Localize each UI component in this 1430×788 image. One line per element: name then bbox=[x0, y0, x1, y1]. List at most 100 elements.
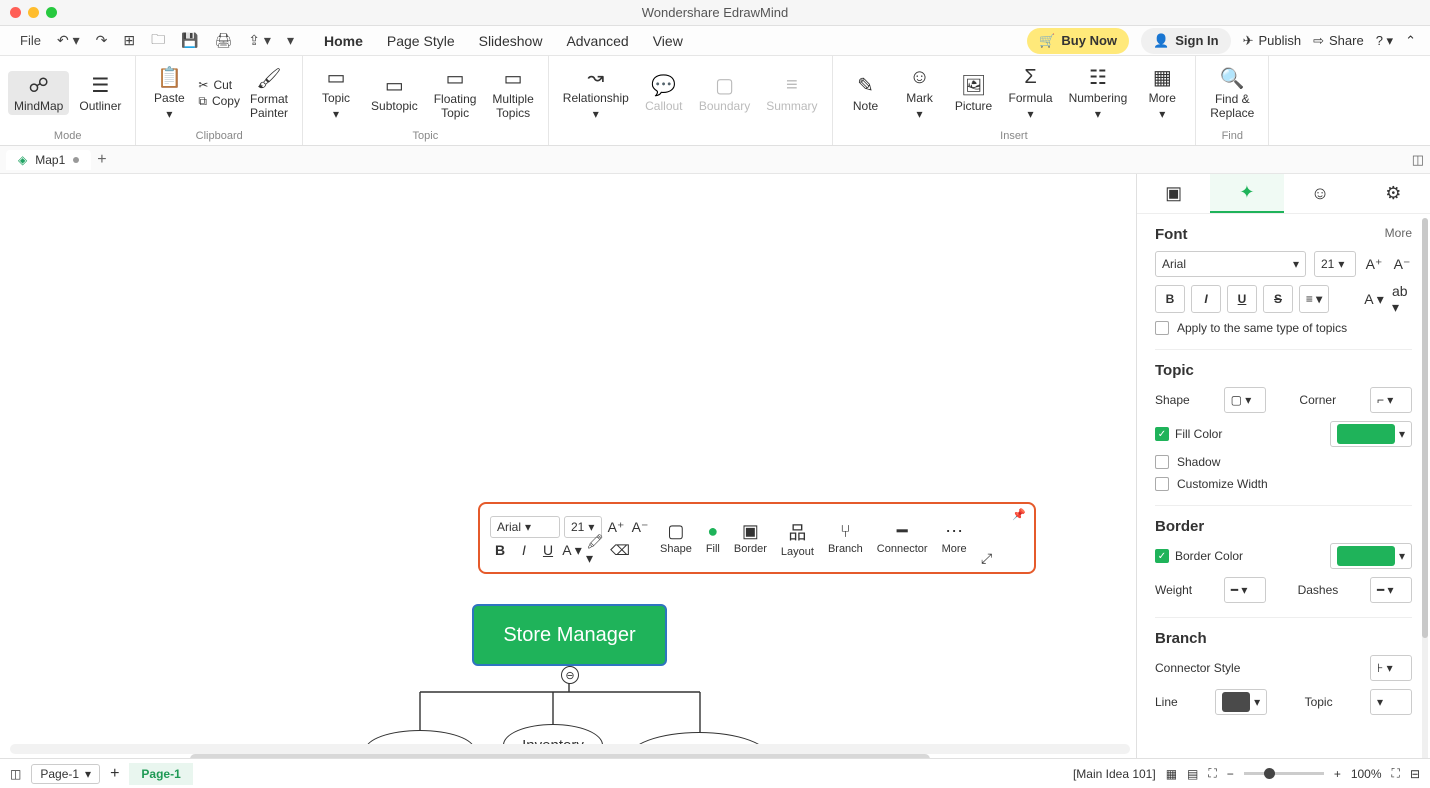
page-tab-active[interactable]: Page-1 bbox=[129, 763, 192, 785]
line-color-select[interactable]: ▾ bbox=[1215, 689, 1267, 715]
add-tab-button[interactable]: + bbox=[97, 151, 106, 169]
help-button[interactable]: ? ▾ bbox=[1376, 33, 1393, 49]
pin-icon[interactable]: 📌 bbox=[1012, 508, 1026, 521]
mini-branch[interactable]: ⑂Branch bbox=[824, 521, 867, 555]
underline-button[interactable]: U bbox=[1227, 285, 1257, 313]
fill-color-checkbox[interactable]: ✓ bbox=[1155, 427, 1169, 441]
mini-connector[interactable]: ━Connector bbox=[873, 521, 932, 555]
text-case-button[interactable]: ab ▾ bbox=[1392, 289, 1412, 309]
rtab-settings[interactable]: ⚙ bbox=[1357, 174, 1430, 213]
menu-file[interactable]: File bbox=[14, 29, 47, 52]
border-color-checkbox[interactable]: ✓ bbox=[1155, 549, 1169, 563]
format-painter-button[interactable]: 🖌Format Painter bbox=[244, 64, 294, 122]
formula-button[interactable]: ΣFormula▾ bbox=[1003, 63, 1059, 123]
grow-font-icon-r[interactable]: A⁺ bbox=[1364, 254, 1384, 274]
customize-width-checkbox[interactable] bbox=[1155, 477, 1169, 491]
window-zoom[interactable] bbox=[46, 7, 57, 18]
qat-customize-icon[interactable]: ▾ bbox=[281, 28, 300, 53]
publish-button[interactable]: ✈ Publish bbox=[1243, 33, 1302, 49]
print-icon[interactable]: 🖨 bbox=[209, 28, 239, 53]
strike-button[interactable]: S bbox=[1263, 285, 1293, 313]
weight-select[interactable]: ━ ▾ bbox=[1224, 577, 1266, 603]
expand-icon[interactable]: ⤢ bbox=[977, 548, 997, 568]
mode-mindmap[interactable]: ☍MindMap bbox=[8, 71, 69, 115]
shape-select[interactable]: ▢ ▾ bbox=[1224, 387, 1266, 413]
zoom-level[interactable]: 100% bbox=[1351, 767, 1382, 781]
tab-page-style[interactable]: Page Style bbox=[385, 29, 457, 53]
italic-button[interactable]: I bbox=[1191, 285, 1221, 313]
canvas[interactable]: 📌 Arial▾ 21▾ A⁺ A⁻ B I U A ▾ 🖍 ▾ ⌫ ▢Shap… bbox=[0, 174, 1136, 768]
view-mode-1-icon[interactable]: ▦ bbox=[1166, 767, 1177, 781]
mode-outliner[interactable]: ☰Outliner bbox=[73, 71, 127, 115]
tab-view[interactable]: View bbox=[651, 29, 685, 53]
bold-icon[interactable]: B bbox=[490, 540, 510, 560]
find-replace-button[interactable]: 🔍Find & Replace bbox=[1204, 64, 1260, 122]
doc-tab[interactable]: ◈ Map1 bbox=[6, 150, 91, 170]
rtab-icon[interactable]: ☺ bbox=[1284, 174, 1357, 213]
export-icon[interactable]: ⇪ ▾ bbox=[242, 28, 277, 53]
panel-toggle-icon[interactable]: ◫ bbox=[1412, 152, 1424, 168]
italic-icon[interactable]: I bbox=[514, 540, 534, 560]
align-button[interactable]: ≡ ▾ bbox=[1299, 285, 1329, 313]
apply-same-checkbox[interactable] bbox=[1155, 321, 1169, 335]
zoom-slider[interactable] bbox=[1244, 772, 1324, 775]
rtab-style[interactable]: ✦ bbox=[1210, 174, 1283, 213]
shrink-font-icon[interactable]: A⁻ bbox=[630, 517, 650, 537]
collapse-status-icon[interactable]: ⊟ bbox=[1410, 767, 1420, 781]
collapse-toggle[interactable]: ⊖ bbox=[561, 666, 579, 684]
zoom-in-button[interactable]: + bbox=[1334, 767, 1341, 781]
save-icon[interactable]: 💾 bbox=[175, 28, 204, 53]
numbering-button[interactable]: ☷Numbering▾ bbox=[1063, 63, 1134, 123]
topic-button[interactable]: ▭Topic▾ bbox=[311, 63, 361, 123]
branch-topic-select[interactable]: ▾ bbox=[1370, 689, 1412, 715]
dashes-select[interactable]: ━ ▾ bbox=[1370, 577, 1412, 603]
bold-button[interactable]: B bbox=[1155, 285, 1185, 313]
fullscreen-icon[interactable]: ⛶ bbox=[1392, 766, 1400, 781]
fit-page-icon[interactable]: ⛶ bbox=[1208, 766, 1216, 781]
canvas-hscroll[interactable] bbox=[10, 744, 1130, 754]
page-select[interactable]: Page-1▾ bbox=[31, 764, 100, 784]
mark-button[interactable]: ☺Mark▾ bbox=[895, 63, 945, 123]
cut-button[interactable]: ✂Cut bbox=[198, 78, 240, 92]
zoom-out-button[interactable]: − bbox=[1227, 767, 1234, 781]
font-color-button[interactable]: A ▾ bbox=[1364, 289, 1384, 309]
corner-select[interactable]: ⌐ ▾ bbox=[1370, 387, 1412, 413]
shadow-checkbox[interactable] bbox=[1155, 455, 1169, 469]
note-button[interactable]: ✎Note bbox=[841, 71, 891, 115]
new-doc-icon[interactable]: ⊞ bbox=[117, 28, 141, 53]
tab-advanced[interactable]: Advanced bbox=[564, 29, 630, 53]
multiple-topics-button[interactable]: ▭Multiple Topics bbox=[486, 64, 539, 122]
font-family-select[interactable]: Arial▾ bbox=[1155, 251, 1306, 277]
panel-scrollbar[interactable] bbox=[1422, 218, 1428, 764]
grow-font-icon[interactable]: A⁺ bbox=[606, 517, 626, 537]
sidebar-toggle-icon[interactable]: ◫ bbox=[10, 767, 21, 781]
mini-more[interactable]: ⋯More bbox=[938, 521, 971, 555]
buy-now-button[interactable]: 🛒 Buy Now bbox=[1027, 28, 1129, 54]
mini-border[interactable]: ▣Border bbox=[730, 521, 771, 555]
copy-button[interactable]: ⧉Copy bbox=[198, 94, 240, 109]
shrink-font-icon-r[interactable]: A⁻ bbox=[1392, 254, 1412, 274]
mini-font-select[interactable]: Arial▾ bbox=[490, 516, 560, 538]
mini-shape[interactable]: ▢Shape bbox=[656, 521, 696, 555]
paste-button[interactable]: 📋Paste▾ bbox=[144, 63, 194, 123]
fill-color-picker[interactable]: ▾ bbox=[1330, 421, 1412, 447]
window-minimize[interactable] bbox=[28, 7, 39, 18]
font-color-icon[interactable]: A ▾ bbox=[562, 540, 582, 560]
clear-format-icon[interactable]: ⌫ bbox=[610, 540, 630, 560]
window-close[interactable] bbox=[10, 7, 21, 18]
tab-home[interactable]: Home bbox=[322, 29, 365, 53]
sign-in-button[interactable]: 👤 Sign In bbox=[1141, 28, 1231, 54]
font-size-select[interactable]: 21▾ bbox=[1314, 251, 1356, 277]
share-button[interactable]: ⇨ Share bbox=[1313, 33, 1364, 49]
node-root[interactable]: Store Manager bbox=[472, 604, 667, 666]
open-icon[interactable]: 🗀 bbox=[145, 25, 171, 57]
highlight-icon[interactable]: 🖍 ▾ bbox=[586, 540, 606, 560]
undo-icon[interactable]: ↶ ▾ bbox=[51, 28, 86, 53]
add-page-button[interactable]: + bbox=[110, 765, 119, 783]
view-mode-2-icon[interactable]: ▤ bbox=[1187, 767, 1198, 781]
mini-fill[interactable]: ●Fill bbox=[702, 521, 724, 555]
tab-slideshow[interactable]: Slideshow bbox=[477, 29, 545, 53]
insert-more-button[interactable]: ▦More▾ bbox=[1137, 63, 1187, 123]
subtopic-button[interactable]: ▭Subtopic bbox=[365, 71, 424, 115]
relationship-button[interactable]: ↝Relationship▾ bbox=[557, 63, 635, 123]
